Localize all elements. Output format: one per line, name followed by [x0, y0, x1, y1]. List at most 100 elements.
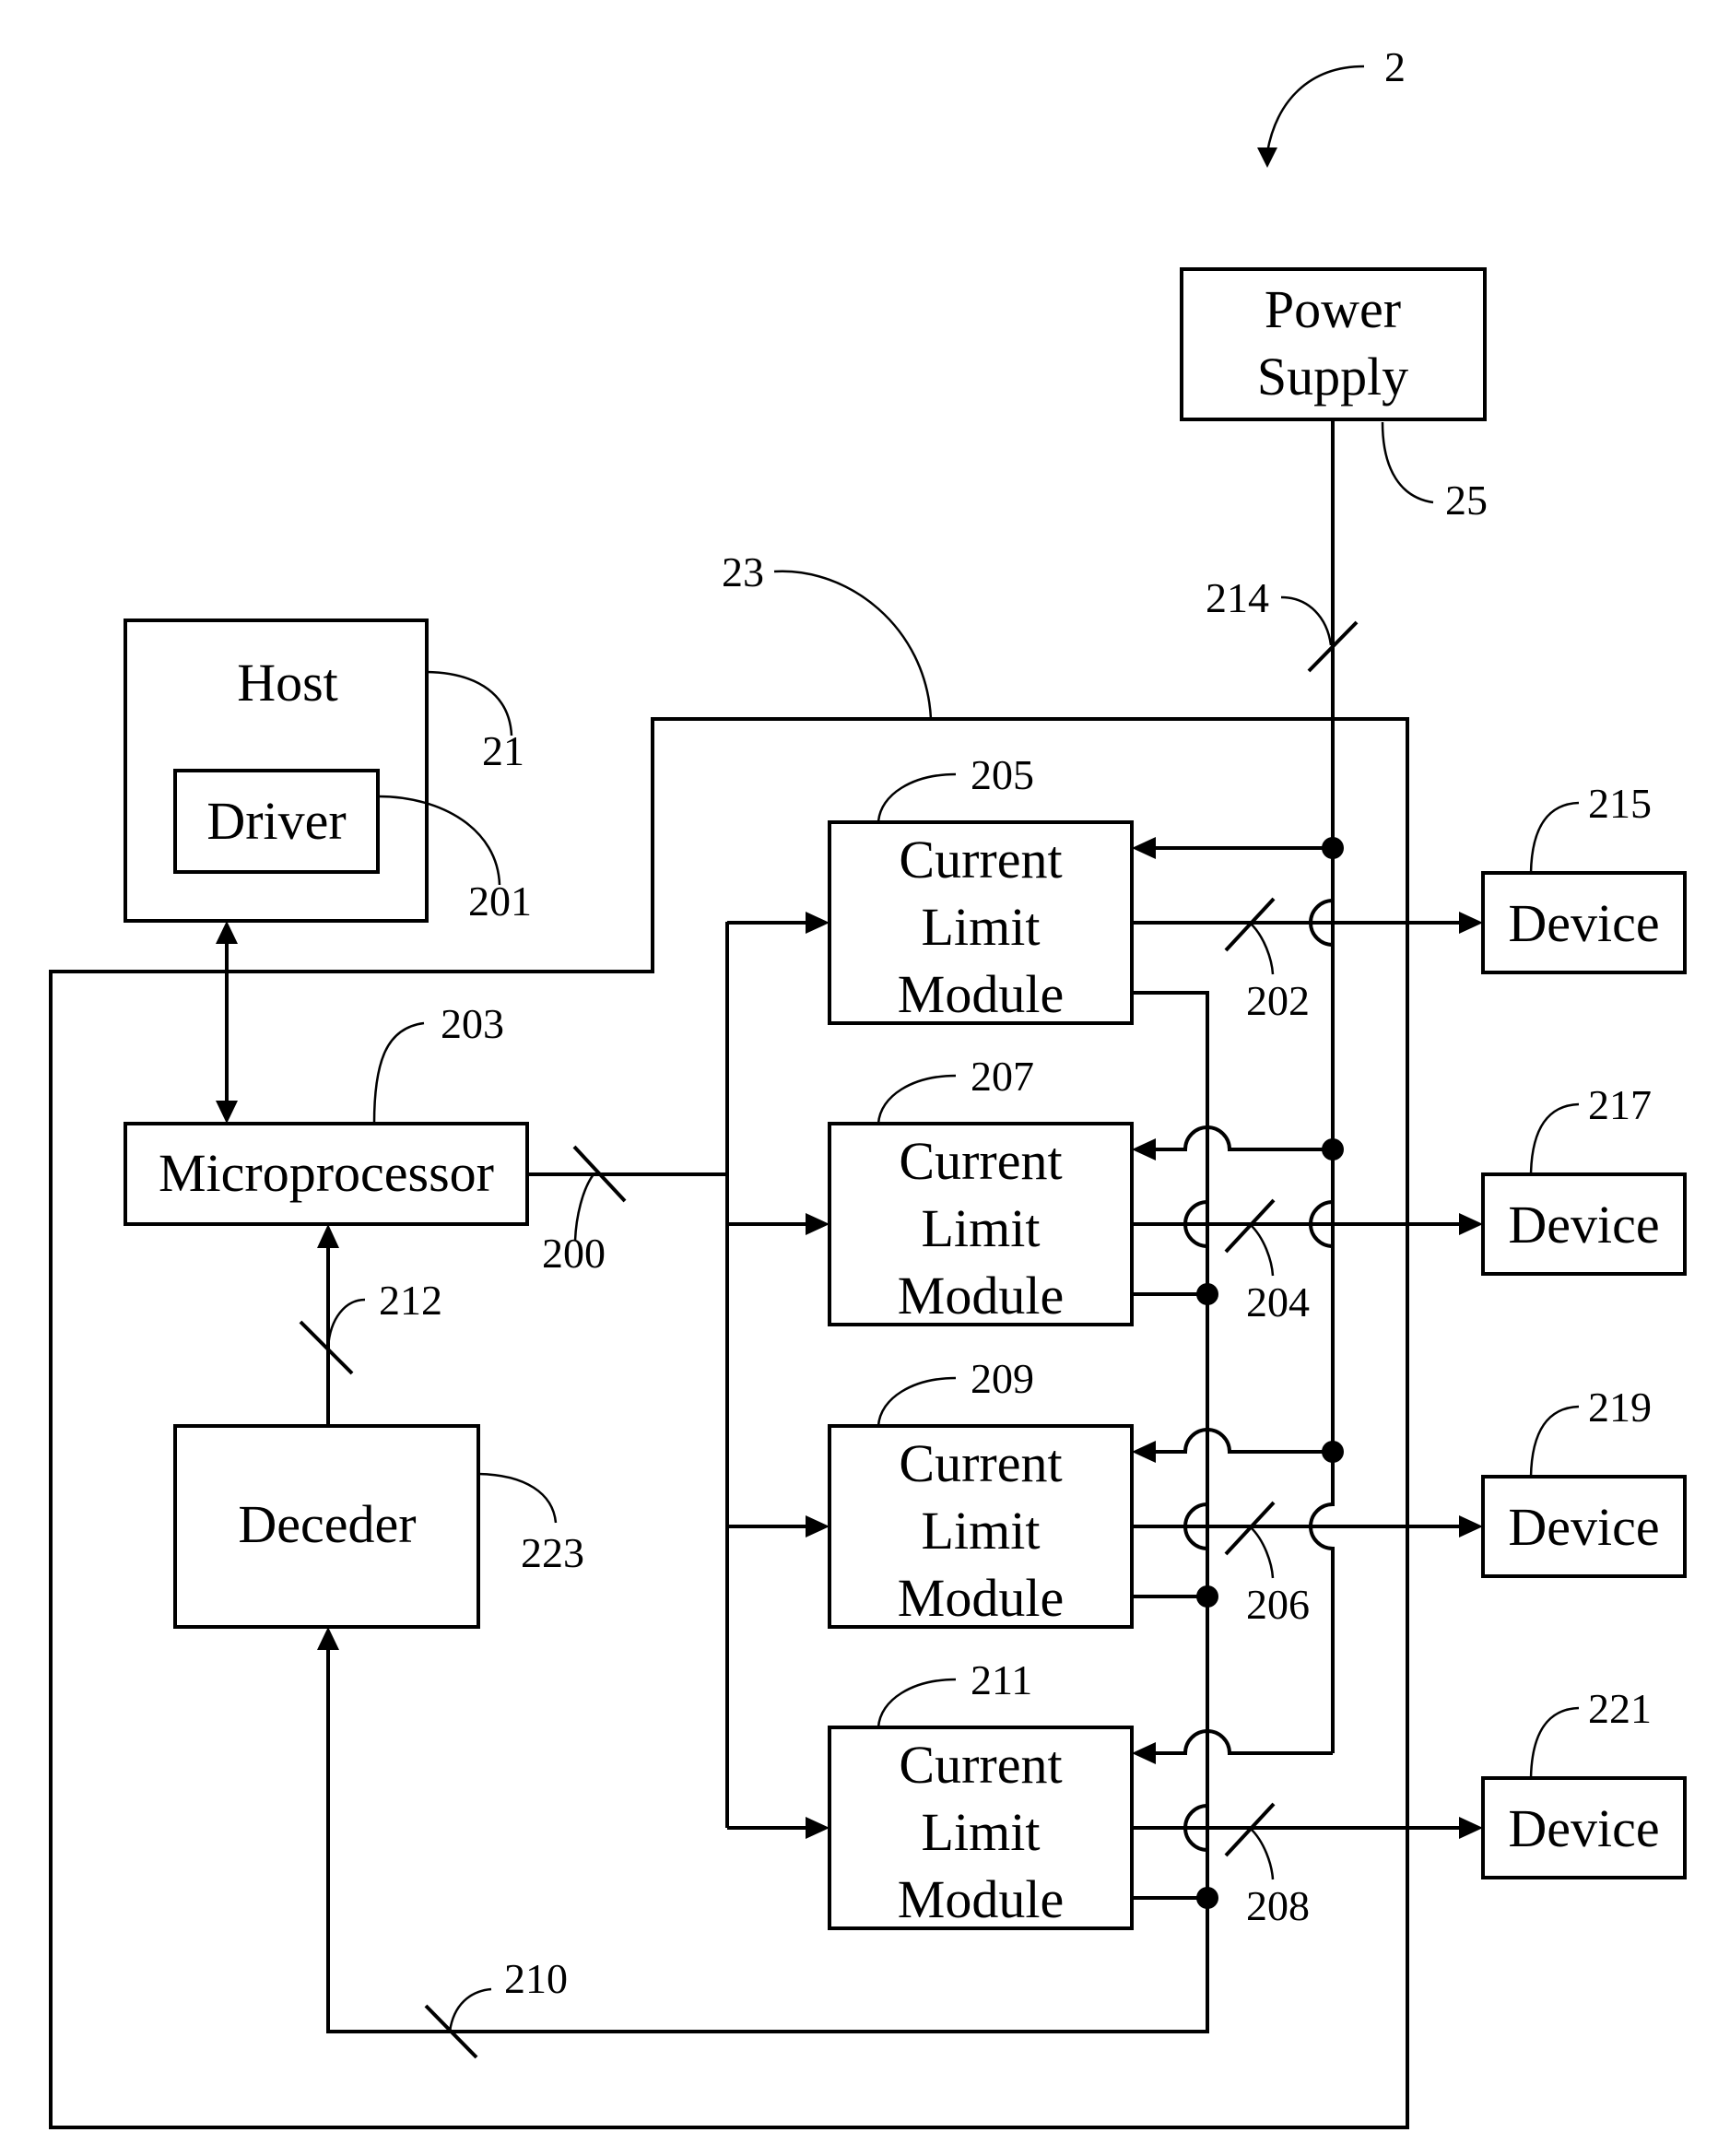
module-label-line: Current — [899, 1735, 1062, 1795]
arrowhead-up-icon — [317, 1627, 339, 1650]
device-leader — [1529, 1102, 1580, 1175]
module-label-line: Limit — [922, 1198, 1041, 1258]
driver-ref: 201 — [468, 878, 532, 925]
control-bus: 200 — [527, 922, 729, 1828]
output-bus-ref: 208 — [1246, 1882, 1310, 1929]
module-ref: 209 — [971, 1355, 1034, 1402]
device-label: Device — [1508, 1497, 1659, 1557]
enclosure-leader — [773, 570, 933, 720]
arrowhead-right-icon — [1459, 1817, 1483, 1839]
output-bus-leader — [1249, 1827, 1275, 1880]
block-diagram: 2 23 Power Supply 25 214 Host 21 Driver … — [49, 43, 1687, 2129]
module-label-line: Limit — [922, 897, 1041, 957]
power-tap-line — [1154, 1428, 1333, 1454]
decoder-mcu-leader — [326, 1298, 366, 1349]
device-ref: 219 — [1588, 1384, 1652, 1431]
device-label: Device — [1508, 893, 1659, 953]
decoder-mcu-ref: 212 — [379, 1277, 442, 1324]
module-leader — [877, 1074, 957, 1125]
device-block[interactable]: Device 215 — [1481, 780, 1687, 974]
feedback-trunk — [1183, 993, 1209, 2032]
output-bus-ref: 202 — [1246, 977, 1310, 1024]
module-label-line: Limit — [922, 1802, 1041, 1862]
arrowhead-right-icon — [1459, 1515, 1483, 1537]
module-label-line: Limit — [922, 1501, 1041, 1561]
device-ref: 217 — [1588, 1081, 1652, 1128]
module-leader — [877, 1678, 957, 1728]
module-label-line: Module — [898, 1568, 1064, 1628]
output-bus-leader — [1249, 1223, 1275, 1277]
host-block[interactable]: Host 21 Driver 201 — [124, 619, 532, 925]
module-ref: 211 — [971, 1656, 1032, 1703]
microprocessor-label: Microprocessor — [159, 1143, 494, 1203]
feedback-ref: 210 — [504, 1955, 568, 2002]
arrowhead-left-icon — [1132, 1742, 1156, 1764]
decoder-ref: 223 — [521, 1529, 584, 1576]
module-label-line: Current — [899, 1131, 1062, 1191]
microprocessor-block[interactable]: Microprocessor 203 — [124, 1000, 529, 1226]
module-ref: 207 — [971, 1053, 1034, 1100]
decoder-mcu-link: 212 — [299, 1224, 442, 1426]
device-leader — [1529, 801, 1580, 874]
arrowhead-left-icon — [1132, 1441, 1156, 1463]
host-ref: 21 — [482, 727, 524, 774]
microprocessor-leader — [372, 1021, 425, 1125]
power-supply-leader — [1381, 421, 1434, 504]
enclosure-ref: 23 — [722, 548, 764, 595]
device-block[interactable]: Device 217 — [1481, 1081, 1687, 1276]
arrowhead-left-icon — [1132, 1138, 1156, 1160]
module-leader — [877, 1376, 957, 1427]
arrowhead-right-icon — [1459, 912, 1483, 934]
device-block[interactable]: Device 221 — [1481, 1685, 1687, 1879]
device-leader — [1529, 1706, 1580, 1779]
device-ref: 215 — [1588, 780, 1652, 827]
device-ref: 221 — [1588, 1685, 1652, 1732]
module-leader — [877, 772, 957, 823]
output-bus-leader — [1249, 1526, 1275, 1579]
arrowhead-right-icon — [806, 1515, 830, 1537]
decoder-leader — [477, 1472, 558, 1524]
power-bus-leader — [1280, 595, 1333, 646]
figure-ref: 2 — [1257, 43, 1406, 168]
output-bus-leader — [1249, 922, 1275, 975]
arrowhead-up-icon — [216, 921, 238, 944]
power-supply-ref: 25 — [1445, 477, 1488, 524]
arrowhead-right-icon — [806, 1213, 830, 1235]
output-bus-ref: 206 — [1246, 1581, 1310, 1628]
arrowhead-left-icon — [1132, 837, 1156, 859]
power-supply-label-line2: Supply — [1257, 347, 1408, 406]
arrowhead-icon — [1257, 147, 1277, 168]
power-supply-label-line1: Power — [1265, 279, 1401, 339]
figure-ref-arrow — [1265, 65, 1365, 153]
output-bus-ref: 204 — [1246, 1278, 1310, 1325]
decoder-block[interactable]: Deceder 223 — [173, 1424, 584, 1629]
device-label: Device — [1508, 1798, 1659, 1858]
arrowhead-up-icon — [317, 1224, 339, 1248]
arrowhead-down-icon — [216, 1101, 238, 1124]
power-bus-ref: 214 — [1206, 574, 1269, 621]
feedback-leader — [448, 1987, 492, 2032]
device-label: Device — [1508, 1195, 1659, 1255]
device-block[interactable]: Device 219 — [1481, 1384, 1687, 1578]
device-leader — [1529, 1405, 1580, 1478]
module-label-line: Current — [899, 830, 1062, 889]
host-leader — [426, 670, 513, 736]
module-label-line: Module — [898, 1266, 1064, 1325]
module-row: Current Limit Module 205 202 Device 215 — [727, 751, 1687, 1025]
module-rows: CurrentLimitModule205202Device215Current… — [727, 419, 1687, 2032]
module-ref: 205 — [971, 751, 1034, 798]
power-tap-line — [1154, 1125, 1333, 1151]
driver-label: Driver — [206, 791, 346, 851]
module-label-line: Module — [898, 1869, 1064, 1929]
arrowhead-right-icon — [806, 912, 830, 934]
microprocessor-ref: 203 — [441, 1000, 504, 1047]
power-tap-line — [1154, 1729, 1333, 1755]
module-label-line: Module — [898, 964, 1064, 1024]
decoder-label: Deceder — [238, 1494, 416, 1554]
host-mcu-link — [216, 921, 238, 1124]
arrowhead-right-icon — [806, 1817, 830, 1839]
figure-number: 2 — [1384, 43, 1406, 90]
host-label: Host — [237, 653, 338, 713]
control-bus-ref: 200 — [542, 1230, 606, 1277]
arrowhead-right-icon — [1459, 1213, 1483, 1235]
